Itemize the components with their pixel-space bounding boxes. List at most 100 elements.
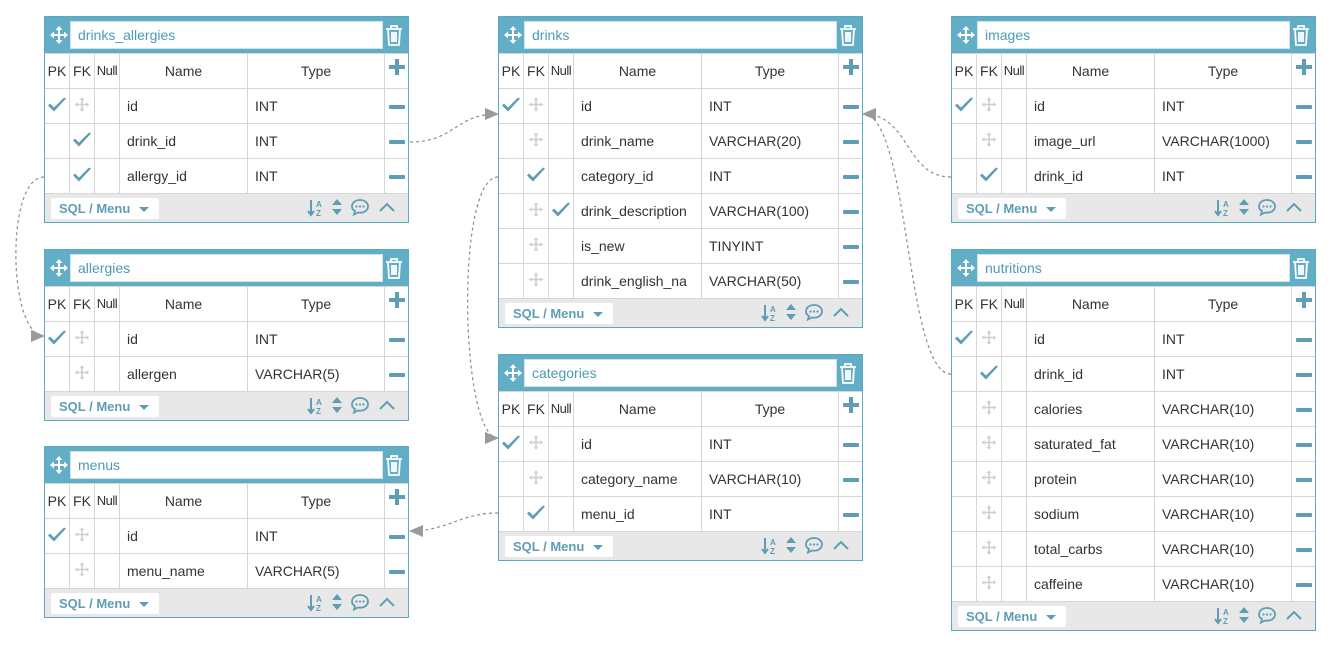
column-name[interactable]: allergen — [127, 357, 247, 391]
column-row[interactable]: menu_id INT — [499, 496, 862, 531]
column-type[interactable]: INT — [709, 89, 732, 123]
column-type[interactable]: VARCHAR(10) — [1162, 567, 1254, 601]
column-type[interactable]: VARCHAR(10) — [1162, 392, 1254, 426]
column-name-cell[interactable]: menu_name — [120, 554, 248, 588]
pk-cell[interactable] — [499, 497, 524, 531]
drag-key-icon[interactable] — [528, 132, 544, 151]
null-cell[interactable] — [1002, 497, 1027, 531]
pk-cell[interactable] — [45, 124, 70, 158]
table-header[interactable]: drinks — [499, 17, 862, 53]
remove-column-button[interactable] — [1292, 322, 1316, 356]
column-type-cell[interactable]: VARCHAR(5) — [248, 357, 385, 391]
pk-cell[interactable] — [499, 264, 524, 298]
column-name[interactable]: drink_name — [581, 124, 701, 158]
remove-column-button[interactable] — [385, 357, 409, 391]
null-cell[interactable] — [549, 89, 574, 123]
column-type-cell[interactable]: INT — [702, 159, 839, 193]
minus-icon[interactable] — [843, 273, 859, 289]
move-handle-icon[interactable] — [49, 258, 69, 278]
column-name[interactable]: drink_english_na — [581, 264, 701, 298]
fk-cell[interactable] — [524, 427, 549, 461]
primary-key-check-icon[interactable] — [47, 97, 67, 116]
column-name[interactable]: sodium — [1034, 497, 1154, 531]
column-name[interactable]: drink_description — [581, 194, 701, 228]
minus-icon[interactable] — [1296, 98, 1312, 114]
remove-column-button[interactable] — [1292, 567, 1316, 601]
null-cell[interactable] — [95, 554, 120, 588]
null-cell[interactable] — [549, 427, 574, 461]
table-header[interactable]: nutritions — [952, 250, 1315, 286]
pk-cell[interactable] — [952, 392, 977, 426]
column-name[interactable]: id — [581, 89, 701, 123]
column-name-cell[interactable]: caffeine — [1027, 567, 1155, 601]
column-type-cell[interactable]: VARCHAR(10) — [1155, 567, 1292, 601]
drag-key-icon[interactable] — [528, 272, 544, 291]
minus-icon[interactable] — [843, 238, 859, 254]
drag-key-icon[interactable] — [981, 435, 997, 454]
pk-cell[interactable] — [952, 532, 977, 566]
drag-key-icon[interactable] — [528, 97, 544, 116]
minus-icon[interactable] — [1296, 541, 1312, 557]
column-type-cell[interactable]: VARCHAR(10) — [1155, 497, 1292, 531]
minus-icon[interactable] — [1296, 168, 1312, 184]
drag-key-icon[interactable] — [74, 562, 90, 581]
pk-cell[interactable] — [499, 159, 524, 193]
column-type[interactable]: INT — [255, 519, 278, 553]
pk-cell[interactable] — [499, 462, 524, 496]
column-row[interactable]: id INT — [952, 88, 1315, 123]
column-type[interactable]: VARCHAR(10) — [1162, 427, 1254, 461]
fk-cell[interactable] — [524, 462, 549, 496]
null-cell[interactable] — [95, 357, 120, 391]
remove-column-button[interactable] — [839, 194, 863, 228]
column-row[interactable]: image_url VARCHAR(1000) — [952, 123, 1315, 158]
primary-key-check-icon[interactable] — [501, 97, 521, 116]
null-cell[interactable] — [549, 497, 574, 531]
drag-key-icon[interactable] — [981, 132, 997, 151]
column-type[interactable]: VARCHAR(5) — [255, 357, 340, 391]
column-name[interactable]: drink_id — [127, 124, 247, 158]
pk-cell[interactable] — [499, 89, 524, 123]
fk-cell[interactable] — [977, 124, 1002, 158]
column-name-cell[interactable]: calories — [1027, 392, 1155, 426]
column-name-cell[interactable]: id — [1027, 89, 1155, 123]
fk-cell[interactable] — [70, 322, 95, 356]
move-handle-icon[interactable] — [956, 25, 976, 45]
pk-cell[interactable] — [45, 89, 70, 123]
drag-key-icon[interactable] — [74, 97, 90, 116]
minus-icon[interactable] — [389, 366, 405, 382]
table-name-input[interactable]: nutritions — [977, 254, 1290, 282]
column-row[interactable]: caffeine VARCHAR(10) — [952, 566, 1315, 601]
column-type-cell[interactable]: VARCHAR(10) — [1155, 462, 1292, 496]
column-type[interactable]: VARCHAR(20) — [709, 124, 801, 158]
null-cell[interactable] — [1002, 89, 1027, 123]
column-name-cell[interactable]: drink_english_na — [574, 264, 702, 298]
sql-menu-button[interactable]: SQL / Menu — [51, 198, 159, 219]
sql-menu-button[interactable]: SQL / Menu — [958, 198, 1066, 219]
column-row[interactable]: protein VARCHAR(10) — [952, 461, 1315, 496]
fk-cell[interactable] — [70, 124, 95, 158]
remove-column-button[interactable] — [1292, 532, 1316, 566]
drag-key-icon[interactable] — [981, 400, 997, 419]
null-cell[interactable] — [1002, 532, 1027, 566]
table-name-input[interactable]: drinks — [524, 21, 837, 49]
column-type[interactable]: INT — [1162, 159, 1185, 193]
column-row[interactable]: is_new TINYINT — [499, 228, 862, 263]
column-row[interactable]: id INT — [45, 321, 408, 356]
fk-cell[interactable] — [977, 532, 1002, 566]
delete-table-icon[interactable] — [837, 23, 859, 47]
column-type[interactable]: INT — [255, 159, 278, 193]
column-row[interactable]: drink_name VARCHAR(20) — [499, 123, 862, 158]
column-type[interactable]: VARCHAR(1000) — [1162, 124, 1270, 158]
null-cell[interactable] — [549, 229, 574, 263]
fk-cell[interactable] — [977, 392, 1002, 426]
minus-icon[interactable] — [1296, 366, 1312, 382]
column-name[interactable]: drink_id — [1034, 159, 1154, 193]
move-handle-icon[interactable] — [956, 258, 976, 278]
null-cell[interactable] — [1002, 322, 1027, 356]
fk-cell[interactable] — [977, 462, 1002, 496]
remove-column-button[interactable] — [1292, 462, 1316, 496]
column-name[interactable]: calories — [1034, 392, 1154, 426]
column-type-cell[interactable]: INT — [1155, 159, 1292, 193]
null-cell[interactable] — [95, 89, 120, 123]
delete-table-icon[interactable] — [1290, 256, 1312, 280]
